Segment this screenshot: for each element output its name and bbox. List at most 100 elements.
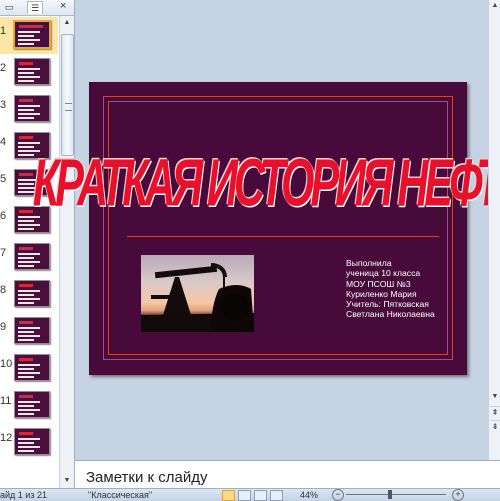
thumbnail-text-mark [18,31,40,33]
slide-thumbnail[interactable]: 10 [0,350,58,387]
slide-thumbnail-image[interactable] [14,317,50,344]
scroll-down-arrow-icon[interactable]: ▼ [61,475,73,487]
slide-thumbnail-image[interactable] [14,280,50,307]
reading-view-icon[interactable] [254,490,267,501]
slide-thumbnail-image[interactable] [14,428,50,455]
thumbnail-text-mark [18,339,34,341]
slide-thumbnail-image[interactable] [14,95,50,122]
slide-thumbnail[interactable]: 11 [0,387,58,424]
next-slide-icon[interactable]: ⇟ [490,420,500,432]
thumbnail-text-mark [18,265,34,267]
slide-thumbnail-number: 11 [0,395,12,407]
thumbnail-text-mark [18,68,40,70]
thumbnail-text-mark [18,117,34,119]
author-line: ученица 10 класса [346,268,421,279]
zoom-slider[interactable] [346,494,446,495]
close-pane-button[interactable]: × [60,0,66,12]
thumbnail-text-mark [18,72,34,74]
slide-thumbnail[interactable]: 7 [0,239,58,276]
thumbnail-text-mark [18,76,40,78]
scrollbar-thumb[interactable] [61,34,74,156]
slide-thumbnail-image[interactable] [14,391,50,418]
thumbnail-text-mark [18,80,34,82]
slide-scrollbar[interactable]: ▲ ▼ ⇞ ⇟ [488,0,500,460]
slide-thumbnail[interactable]: 3 [0,91,58,128]
thumbnail-title-mark [19,432,33,435]
slide-thumbnail-number: 12 [0,432,13,444]
slide-thumbnail[interactable]: 1 [0,17,58,54]
slides-tab-icon[interactable]: ▭ [2,1,16,13]
thumbnail-text-mark [18,438,40,440]
scroll-up-arrow-icon[interactable]: ▲ [61,17,73,29]
slide-thumbnail-image[interactable] [14,58,50,85]
theme-name[interactable]: "Классическая" [88,489,152,501]
thumbnail-text-mark [18,331,34,333]
slide-thumbnail-number: 4 [0,136,7,148]
zoom-out-icon[interactable]: − [332,489,344,501]
thumbnail-text-mark [18,257,34,259]
scroll-down-arrow-icon[interactable]: ▼ [490,392,500,402]
slide-thumbnail[interactable]: 12 [0,424,58,461]
outline-tab-icon[interactable]: ☰ [27,1,43,14]
thumbnail-text-mark [18,405,34,407]
thumbnail-title-mark [19,99,33,102]
thumbnail-title-mark [19,25,43,28]
pane-tabs: ▭ ☰ × [0,0,74,16]
notes-placeholder[interactable]: Заметки к слайду [86,469,208,486]
thumbnail-text-mark [18,409,40,411]
author-info[interactable]: Выполнила ученица 10 класса МОУ ПСОШ №3 … [346,258,466,320]
slide-title[interactable]: КРАТКАЯ ИСТОРИЯ НЕФТИ [33,119,500,249]
slide-thumbnail-image[interactable] [13,20,51,49]
slide-thumbnail-number: 2 [0,62,7,74]
slide-thumbnail-number: 8 [0,284,7,296]
thumbnail-scrollbar[interactable]: ▲ ▼ [59,16,74,488]
thumbnail-text-mark [18,146,34,148]
slide-canvas[interactable]: КРАТКАЯ ИСТОРИЯ НЕФТИ Выполнила ученица … [33,82,500,375]
notes-pane[interactable]: Заметки к слайду [75,460,500,489]
thumbnail-text-mark [18,224,40,226]
thumbnail-text-mark [18,154,34,156]
slide-thumbnail-image[interactable] [14,243,50,270]
thumbnail-text-mark [18,302,34,304]
thumbnail-text-mark [18,39,40,41]
previous-slide-icon[interactable]: ⇞ [490,406,500,418]
slide-thumbnail-number: 9 [0,321,7,333]
thumbnail-text-mark [18,364,40,366]
zoom-slider-knob[interactable] [388,490,392,499]
slide-editing-area: КРАТКАЯ ИСТОРИЯ НЕФТИ Выполнила ученица … [33,0,500,460]
thumbnail-title-mark [19,284,33,287]
thumbnail-text-mark [18,413,34,415]
slide-thumbnail[interactable]: 9 [0,313,58,350]
scroll-up-arrow-icon[interactable]: ▲ [490,1,500,11]
thumbnail-text-mark [18,294,34,296]
slide-sorter-view-icon[interactable] [238,490,251,501]
thumbnail-text-mark [18,298,40,300]
slide-thumbnail-image[interactable] [14,354,50,381]
author-line: Куриленко Мария [346,288,417,299]
thumbnail-title-mark [19,247,33,250]
thumbnail-text-mark [18,446,40,448]
thumbnail-list: 1 2 3 4 5 6 7 8 9 10 11 12 [0,16,58,488]
thumbnail-text-mark [18,450,34,452]
thumbnail-text-mark [18,228,34,230]
slide-thumbnail[interactable]: 8 [0,276,58,313]
zoom-in-icon[interactable]: + [452,489,464,501]
slide-counter: айд 1 из 21 [0,490,47,500]
slide-thumbnail-number: 10 [0,358,13,370]
slide-thumbnail-number: 5 [0,173,7,185]
normal-view-icon[interactable] [222,490,235,501]
author-line: Учитель: Пятковская [346,299,429,310]
zoom-level[interactable]: 44% [300,489,318,501]
title-divider [127,236,439,237]
oil-pump-photo[interactable] [141,255,254,332]
author-line: МОУ ПСОШ №3 [346,278,411,289]
thumbnail-title-mark [19,136,33,139]
thumbnail-text-mark [18,142,40,144]
thumbnail-text-mark [18,290,40,292]
slide-thumbnail[interactable]: 2 [0,54,58,91]
thumbnail-title-mark [19,395,33,398]
slide-thumbnail-pane: ▭ ☰ × 1 2 3 4 5 6 7 8 9 10 11 12 ▲ ▼ [0,0,75,488]
thumbnail-text-mark [18,105,40,107]
slideshow-view-icon[interactable] [270,490,283,501]
scroll-grip-icon [65,103,72,111]
